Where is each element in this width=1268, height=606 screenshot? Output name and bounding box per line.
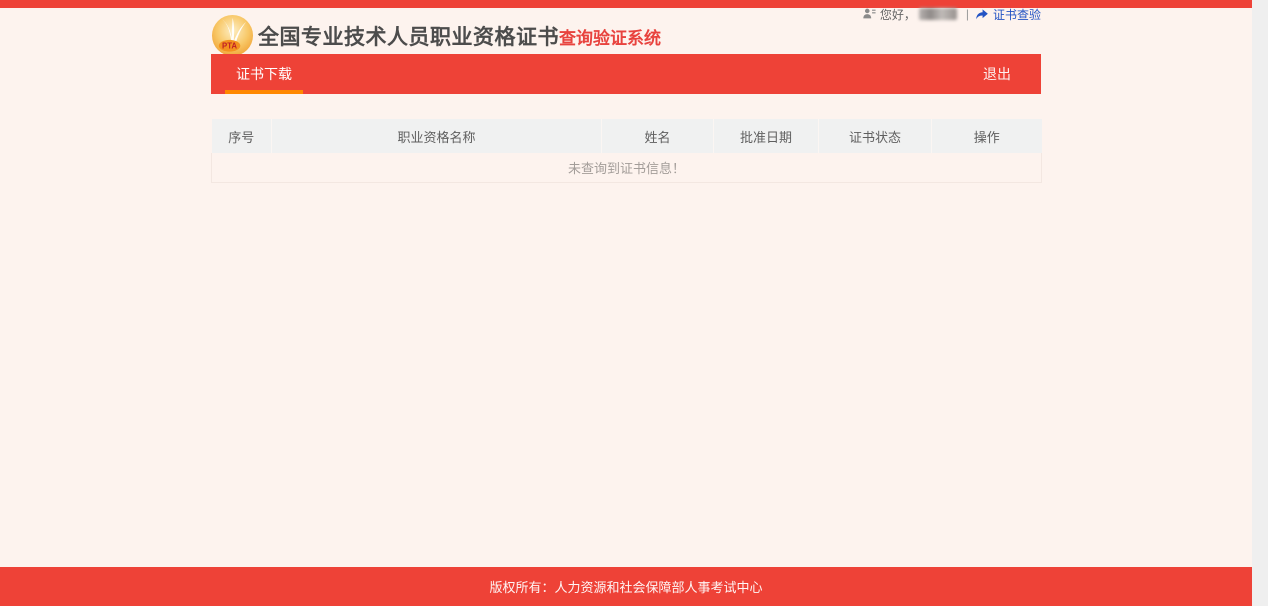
page-header: PTA 全国专业技术人员职业资格证书查询验证系统 您好， | 证书查验 — [211, 0, 1041, 57]
tab-label: 证书下载 — [236, 66, 292, 82]
forward-arrow-icon — [976, 9, 988, 20]
table-header-row: 序号 职业资格名称 姓名 批准日期 证书状态 操作 — [211, 119, 1042, 153]
column-header-1: 职业资格名称 — [271, 119, 602, 153]
user-icon — [863, 8, 876, 19]
column-header-3: 批准日期 — [713, 119, 819, 153]
site-title: 全国专业技术人员职业资格证书查询验证系统 — [258, 21, 661, 51]
logout-button[interactable]: 退出 — [953, 54, 1041, 94]
pta-logo-icon: PTA — [211, 14, 254, 57]
user-greeting: 您好， | 证书查验 — [862, 5, 1041, 23]
page-footer: 版权所有：人力资源和社会保障部人事考试中心 — [0, 567, 1252, 606]
logo-text: PTA — [222, 42, 237, 51]
empty-message: 未查询到证书信息！ — [211, 153, 1042, 183]
greeting-divider: | — [965, 7, 969, 21]
certificate-table: 序号 职业资格名称 姓名 批准日期 证书状态 操作 未查询到证书信息！ — [211, 119, 1042, 183]
column-header-0: 序号 — [211, 119, 272, 153]
site-title-accent: 查询验证系统 — [559, 28, 661, 48]
empty-row: 未查询到证书信息！ — [211, 153, 1042, 183]
column-header-2: 姓名 — [601, 119, 714, 153]
site-title-main: 全国专业技术人员职业资格证书 — [258, 25, 559, 49]
logout-label: 退出 — [983, 66, 1011, 82]
tab-certificate-download[interactable]: 证书下载 — [225, 54, 303, 94]
masked-username — [918, 8, 957, 20]
column-header-5: 操作 — [931, 119, 1042, 153]
column-header-4: 证书状态 — [818, 119, 932, 153]
scrollbar-track[interactable] — [1252, 0, 1268, 606]
main-nav: 证书下载 退出 — [211, 54, 1041, 94]
certificate-verify-link[interactable]: 证书查验 — [975, 6, 1041, 23]
certificate-table-wrap: 序号 职业资格名称 姓名 批准日期 证书状态 操作 未查询到证书信息！ — [211, 119, 1042, 183]
verify-link-label: 证书查验 — [992, 7, 1041, 22]
greeting-text: 您好， — [879, 7, 916, 22]
copyright-text: 版权所有：人力资源和社会保障部人事考试中心 — [489, 580, 763, 595]
page-viewport: PTA 全国专业技术人员职业资格证书查询验证系统 您好， | 证书查验 证书下载… — [0, 0, 1252, 606]
